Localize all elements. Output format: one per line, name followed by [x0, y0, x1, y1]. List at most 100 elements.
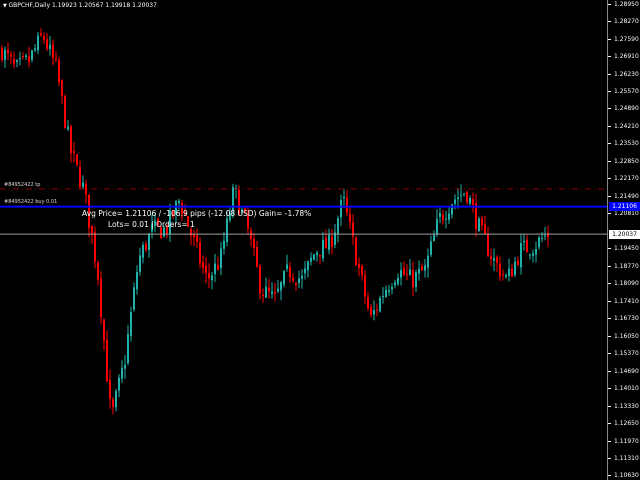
candle-body — [538, 237, 540, 248]
candle-body — [58, 60, 60, 83]
axis-tick-label: 1.20810 — [608, 210, 639, 217]
candle-body — [217, 264, 219, 270]
axis-tick-label: 1.14690 — [608, 368, 639, 375]
candle-body — [310, 257, 312, 262]
candle-body — [4, 49, 6, 61]
candle-body — [61, 80, 63, 96]
candle-body — [403, 268, 405, 275]
candle-body — [280, 282, 282, 291]
candle-body — [37, 35, 39, 51]
candle-body — [460, 194, 462, 196]
candle-body — [304, 268, 306, 274]
candle-body — [469, 198, 471, 204]
candle-body — [298, 278, 300, 283]
candle-body — [358, 263, 360, 268]
candle-body — [109, 379, 111, 399]
candle-body — [163, 227, 165, 237]
candle-body — [436, 219, 438, 235]
candle-body — [439, 213, 441, 217]
candle-body — [346, 197, 348, 213]
axis-tick-label: 1.23530 — [608, 140, 639, 147]
candle-body — [19, 58, 21, 60]
candle-body — [388, 290, 390, 292]
candle-body — [523, 240, 525, 243]
candle-body — [283, 270, 285, 285]
chart-title: ▼ GBPCHF,Daily 1.19923 1.20567 1.19918 1… — [3, 2, 157, 9]
candles — [1, 28, 549, 415]
candle-body — [406, 273, 408, 275]
candle-body — [292, 278, 294, 281]
candle-body — [148, 233, 150, 250]
candle-body — [139, 255, 141, 273]
candle-body — [127, 334, 129, 364]
axis-tick-label: 1.25570 — [608, 88, 639, 95]
axis-tick-label: 1.19450 — [608, 245, 639, 252]
candle-body — [277, 288, 279, 292]
axis-tick-label: 1.26910 — [608, 53, 639, 60]
candle-body — [385, 289, 387, 297]
candle-body — [322, 239, 324, 259]
candle-body — [55, 58, 57, 60]
candle-body — [82, 182, 84, 188]
candle-body — [529, 254, 531, 256]
candle-body — [313, 254, 315, 260]
axis-tick-label: 1.12650 — [608, 420, 639, 427]
candle-body — [490, 256, 492, 260]
candle-body — [100, 278, 102, 318]
candle-body — [25, 55, 27, 57]
candle-body — [286, 264, 288, 269]
candle-body — [478, 218, 480, 232]
candle-body — [49, 44, 51, 50]
candle-body — [97, 262, 99, 280]
candle-body — [31, 50, 33, 60]
avg-price-info: Avg Price= 1.21106 / -106.9 pips (-12.08… — [82, 209, 312, 218]
candle-body — [511, 268, 513, 277]
price-axis[interactable]: 1.10630 1.11310 1.11970 1.12650 1.13330 1.140… — [607, 0, 640, 480]
candle-body — [541, 237, 543, 239]
candle-body — [115, 391, 117, 408]
candle-body — [223, 240, 225, 249]
candle-body — [433, 234, 435, 242]
candle-body — [295, 282, 297, 285]
candle-body — [457, 197, 459, 199]
axis-tick-label: 1.22850 — [608, 158, 639, 165]
candle-body — [118, 377, 120, 391]
axis-tick-label: 1.18770 — [608, 263, 639, 270]
candle-body — [136, 272, 138, 290]
candle-body — [211, 275, 213, 281]
candle-body — [52, 44, 54, 59]
candle-body — [349, 214, 351, 223]
candle-body — [331, 236, 333, 247]
candle-body — [301, 275, 303, 279]
candle-body — [370, 307, 372, 315]
candle-body — [10, 54, 12, 57]
candle-body — [427, 255, 429, 268]
candle-body — [409, 269, 411, 276]
candle-body — [526, 239, 528, 253]
candle-body — [340, 199, 342, 218]
candle-body — [124, 365, 126, 369]
candle-body — [442, 214, 444, 221]
candle-body — [463, 193, 465, 195]
candle-body — [364, 275, 366, 297]
candle-body — [46, 39, 48, 49]
candle-body — [493, 258, 495, 261]
candle-body — [256, 247, 258, 267]
candle-body — [535, 248, 537, 255]
candle-body — [430, 241, 432, 255]
bid-price-label: 1.20037 — [609, 229, 640, 239]
candle-body — [226, 218, 228, 242]
candle-body — [307, 261, 309, 271]
axis-tick-label: 1.13330 — [608, 403, 639, 410]
candle-body — [424, 265, 426, 271]
price-chart[interactable] — [0, 0, 607, 480]
candle-body — [7, 49, 9, 54]
candle-body — [274, 291, 276, 294]
candle-body — [415, 272, 417, 287]
buy-line-label: #84952422 buy 0.01 — [4, 198, 58, 205]
buy-price-label: 1.21106 — [609, 202, 640, 212]
axis-tick-label: 1.15370 — [608, 350, 639, 357]
candle-body — [250, 230, 252, 240]
candle-body — [34, 48, 36, 51]
candle-body — [376, 309, 378, 311]
